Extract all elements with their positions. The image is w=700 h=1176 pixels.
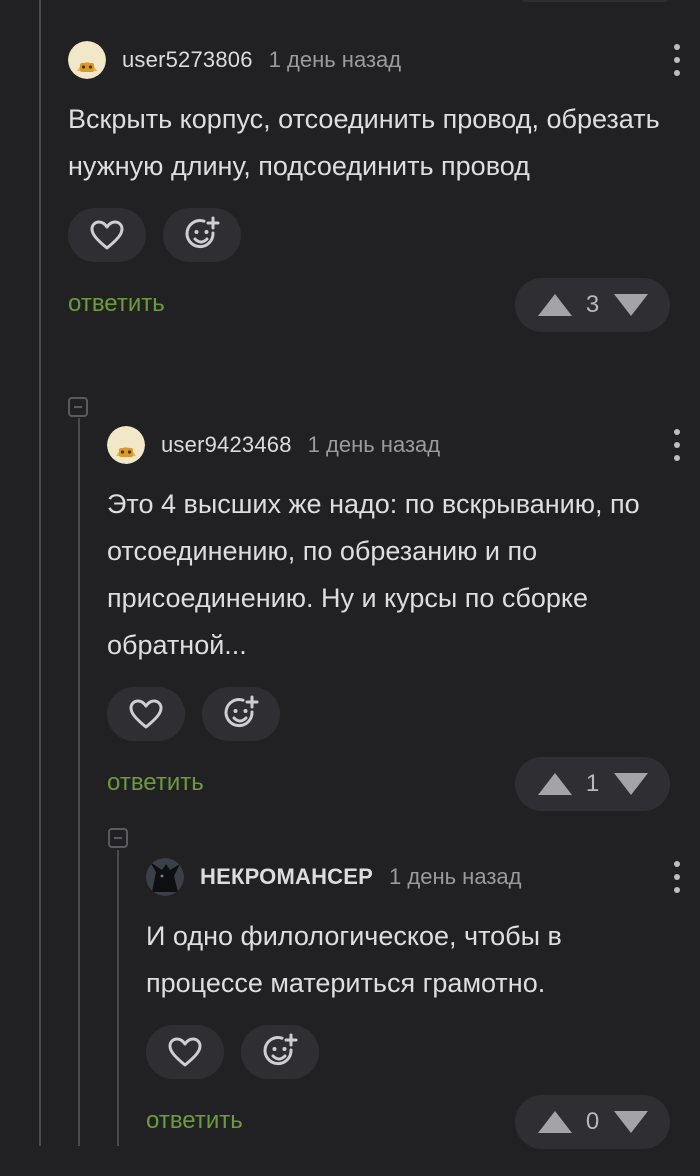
upvote-arrow-icon[interactable]	[537, 1111, 572, 1133]
add-emoji-icon	[263, 1033, 298, 1066]
comment: user9423468 1 день назад Это 4 высших же…	[107, 425, 700, 811]
add-reaction-button[interactable]	[202, 687, 280, 741]
collapse-thread-button[interactable]	[108, 828, 128, 848]
comment-actions	[68, 208, 700, 262]
comment-username[interactable]: user9423468	[161, 432, 292, 458]
add-reaction-button[interactable]	[163, 208, 241, 262]
rating-count: 1	[585, 770, 600, 797]
reply-link[interactable]: ответить	[68, 290, 165, 318]
comment-text: Вскрыть корпус, отсоединить провод, обре…	[68, 104, 660, 181]
downvote-arrow-icon[interactable]	[613, 1111, 648, 1133]
comment-header: НЕКРОМАНСЕР 1 день назад	[146, 857, 700, 897]
add-emoji-icon	[224, 695, 259, 728]
comment-timestamp: 1 день назад	[268, 47, 402, 72]
comment-actions	[107, 687, 700, 741]
heart-icon	[129, 699, 163, 729]
comment: НЕКРОМАНСЕР 1 день назад И одно филологи…	[146, 857, 700, 1149]
downvote-arrow-icon[interactable]	[613, 294, 648, 316]
rating-widget: 1	[515, 757, 670, 811]
downvote-arrow-icon[interactable]	[613, 773, 648, 795]
thread-line-level-1	[39, 0, 41, 1146]
thread-line-level-3	[117, 850, 119, 1146]
reply-link[interactable]: ответить	[146, 1107, 243, 1135]
heart-icon	[90, 220, 124, 250]
collapse-thread-button[interactable]	[68, 397, 88, 417]
comment-header: user9423468 1 день назад	[107, 425, 700, 465]
rating-widget: 3	[515, 278, 670, 332]
comment-footer: ответить 0	[146, 1095, 700, 1149]
comment-text: И одно филологическое, чтобы в процессе …	[146, 921, 562, 998]
more-options-icon[interactable]	[674, 861, 680, 893]
comment-username[interactable]: НЕКРОМАНСЕР	[200, 864, 373, 890]
comment: user5273806 1 день назад Вскрыть корпус,…	[68, 40, 700, 332]
rating-count: 3	[585, 291, 600, 318]
more-options-icon[interactable]	[674, 429, 680, 461]
add-reaction-button[interactable]	[241, 1025, 319, 1079]
reply-link[interactable]: ответить	[107, 769, 204, 797]
like-button[interactable]	[107, 687, 185, 741]
thread-line-level-2	[78, 418, 80, 1146]
comment-actions	[146, 1025, 700, 1079]
dark-creature-avatar[interactable]	[146, 858, 184, 896]
comment-text: Это 4 высших же надо: по вскрыванию, по …	[107, 489, 640, 660]
default-avatar-icon[interactable]	[68, 41, 106, 79]
heart-icon	[168, 1037, 202, 1067]
add-emoji-icon	[185, 216, 220, 249]
comment-footer: ответить 3	[68, 278, 700, 332]
comment-username[interactable]: user5273806	[122, 47, 253, 73]
comment-header: user5273806 1 день назад	[68, 40, 700, 80]
like-button[interactable]	[146, 1025, 224, 1079]
comment-footer: ответить 1	[107, 757, 700, 811]
comment-timestamp: 1 день назад	[389, 864, 522, 889]
comment-timestamp: 1 день назад	[307, 432, 441, 457]
like-button[interactable]	[68, 208, 146, 262]
rating-widget: 0	[515, 1095, 670, 1149]
default-avatar-icon[interactable]	[107, 426, 145, 464]
more-options-icon[interactable]	[674, 44, 680, 76]
rating-count: 0	[585, 1108, 600, 1135]
upvote-arrow-icon[interactable]	[537, 294, 572, 316]
previous-element-edge	[520, 0, 670, 2]
upvote-arrow-icon[interactable]	[537, 773, 572, 795]
